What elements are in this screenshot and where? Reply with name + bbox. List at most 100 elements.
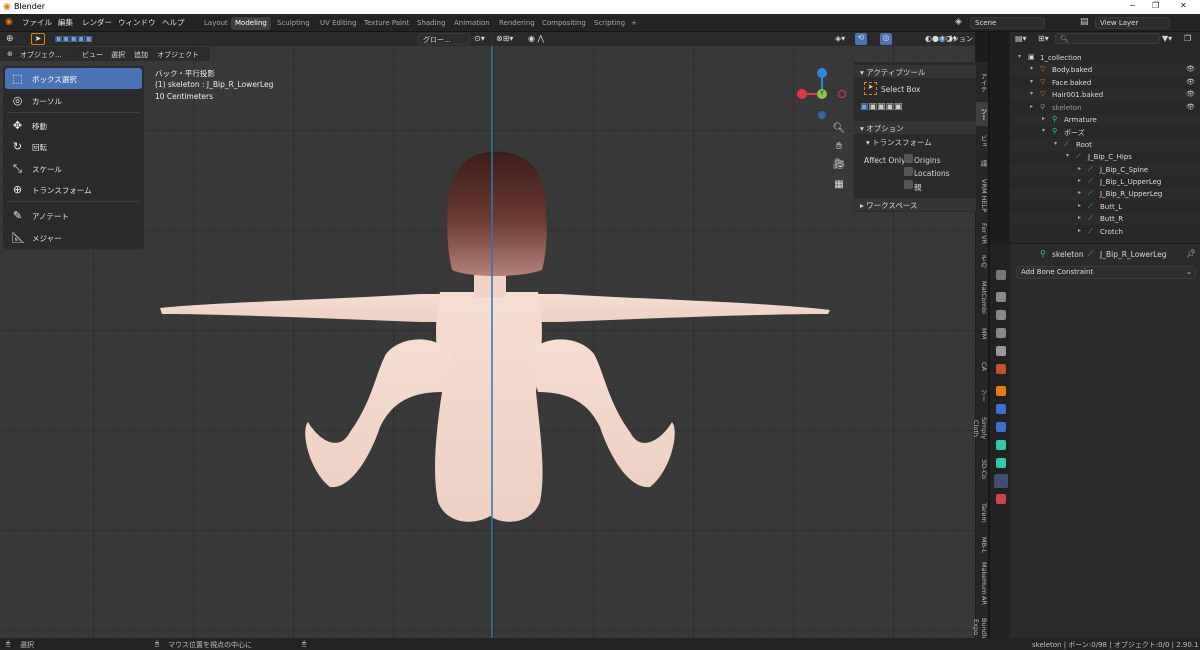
world-tab-icon[interactable] (996, 364, 1006, 374)
sidebar-tab-15[interactable]: MakeHum (976, 562, 988, 594)
outliner-row[interactable]: ▸ ⚲ skeleton 👁︎ (1010, 102, 1200, 114)
expand-arrow-icon[interactable]: ▸ (1078, 189, 1081, 196)
viewport-menu-select[interactable]: 選択 (111, 50, 125, 60)
gizmo-toggle-icon[interactable]: ⟲ (855, 33, 867, 45)
tool-select-box[interactable]: ⬚ ボックス選択 (5, 68, 142, 89)
tool-annotate[interactable]: ✎ アノテート (5, 205, 142, 226)
expand-arrow-icon[interactable]: ▸ (1078, 214, 1081, 221)
scene-icon[interactable]: ◈ (955, 17, 962, 27)
blender-menu-icon[interactable]: ◉ (5, 17, 13, 27)
sidebar-tab-17[interactable]: Bundle Expo (972, 618, 988, 641)
view-layer-tab-icon[interactable] (996, 328, 1006, 338)
menu-window[interactable]: ウィンドウ (118, 17, 156, 28)
add-bone-constraint-dropdown[interactable]: Add Bone Constraint ⌄ (1016, 266, 1196, 279)
locations-checkbox[interactable] (904, 167, 913, 176)
pivot-icon[interactable]: ⊙▾ (474, 34, 485, 43)
select-mode-icon[interactable]: ➤ (31, 33, 45, 45)
viewport-menu-view[interactable]: ビュー (82, 50, 103, 60)
y-axis-handle[interactable]: Y (817, 89, 827, 99)
zoom-icon[interactable]: 🔍︎ (832, 122, 846, 136)
outliner-row[interactable]: ▾ ⟋ Root (1010, 138, 1200, 151)
active-tool-header[interactable]: ▾ アクティブツール (854, 65, 976, 78)
expand-arrow-icon[interactable]: ▸ (1078, 165, 1081, 172)
view-layer-field[interactable]: View Layer (1095, 17, 1170, 29)
tool-scale[interactable]: ⤡ スケール (5, 158, 142, 179)
menu-file[interactable]: ファイル (22, 17, 52, 28)
render-tab-icon[interactable] (996, 292, 1006, 302)
editor-type-icon[interactable]: ⊕ (6, 34, 14, 44)
workspace-tab-uv-editing[interactable]: UV Editing (316, 17, 361, 30)
tool-cursor[interactable]: ◎ カーソル (5, 90, 142, 111)
tool-move[interactable]: ✥ 移動 (5, 115, 142, 136)
workspace-tab-animation[interactable]: Animation (450, 17, 494, 30)
tool-transform[interactable]: ⊕ トランスフォーム (5, 179, 142, 200)
outliner-row[interactable]: ▾ ▽ Hair001.baked 👁︎ (1010, 89, 1200, 102)
object-mode-dropdown[interactable]: オブジェク... (20, 50, 62, 60)
sidebar-tab-4[interactable]: VRM HELP (976, 174, 988, 218)
camera-icon[interactable]: 🎥︎ (832, 158, 846, 172)
expand-arrow-icon[interactable]: ▸ (1042, 115, 1045, 122)
visibility-eye-icon[interactable]: 👁︎ (1186, 103, 1195, 111)
xray-icon[interactable]: ◎ (880, 33, 892, 45)
bone-tab-icon[interactable] (996, 458, 1006, 468)
sidebar-tab-8[interactable]: MM (976, 320, 988, 348)
expand-arrow-icon[interactable]: ▸ (1030, 103, 1033, 110)
tool-rotate[interactable]: ↻ 回転 (5, 136, 142, 157)
viewport-menu-add[interactable]: 追加 (134, 50, 148, 60)
viewport-menu-object[interactable]: オブジェクト (157, 50, 199, 60)
workspace-tab-sculpting[interactable]: Sculpting (273, 17, 314, 30)
expand-arrow-icon[interactable]: ▾ (1042, 127, 1045, 134)
scene-field[interactable]: Scene (970, 17, 1045, 29)
workspace-tab-shading[interactable]: Shading (413, 17, 449, 30)
transform-subheader[interactable]: ▾ トランスフォーム (866, 137, 932, 148)
outliner-row[interactable]: ▸ ⟋ Butt_L (1010, 201, 1200, 213)
x-axis-handle[interactable] (797, 89, 807, 99)
output-tab-icon[interactable] (996, 310, 1006, 320)
sidebar-tab-3[interactable]: 議 (976, 154, 988, 172)
navigation-gizmo[interactable]: Y (796, 68, 848, 120)
sidebar-tab-11[interactable]: Simply Cloth (972, 408, 988, 448)
tool-measure[interactable]: 📐︎ メジャー (5, 227, 142, 248)
expand-arrow-icon[interactable]: ▾ (1066, 152, 1069, 159)
sidebar-tab-5[interactable]: For VR (976, 220, 988, 248)
outliner-search[interactable]: 🔍︎ (1055, 33, 1160, 44)
scene-tab-icon[interactable] (996, 346, 1006, 356)
neg-x-axis-handle[interactable] (838, 90, 846, 98)
workspace-tab-modeling[interactable]: Modeling (231, 17, 271, 30)
menu-render[interactable]: レンダー (82, 17, 112, 28)
close-button[interactable]: ✕ (1180, 1, 1187, 10)
workspace-tab-texture-paint[interactable]: Texture Paint (360, 17, 413, 30)
sidebar-tab-2[interactable]: ビュ (976, 130, 988, 152)
sidebar-tab-14[interactable]: MB-L (976, 532, 988, 558)
visibility-eye-icon[interactable]: 👁︎ (1186, 78, 1195, 86)
object-tab-icon[interactable] (996, 386, 1006, 396)
outliner-editor-icon[interactable]: ▤▾ (1015, 34, 1027, 43)
minimize-button[interactable]: ─ (1130, 1, 1135, 10)
expand-arrow-icon[interactable]: ▾ (1030, 65, 1033, 72)
maximize-button[interactable]: ❐ (1152, 1, 1159, 10)
workspace-tab-compositing[interactable]: Compositing (538, 17, 590, 30)
outliner-row[interactable]: ▸ ⟋ J_Bip_L_UpperLeg (1010, 176, 1200, 188)
select-mode-buttons[interactable]: ▣▣▣▣▣ (860, 102, 903, 112)
expand-arrow-icon[interactable]: ▸ (1078, 202, 1081, 209)
editor-icon[interactable]: ⊕ (7, 50, 13, 58)
visibility-eye-icon[interactable]: 👁︎ (1186, 65, 1195, 73)
outliner-row[interactable]: ▸ ⟋ J_Bip_C_Spine (1010, 163, 1200, 176)
physics-tab-icon[interactable] (996, 422, 1006, 432)
options-button[interactable]: オプション (938, 34, 973, 44)
outliner-row[interactable]: ▾ ▽ Face.baked 👁︎ (1010, 77, 1200, 89)
outliner-row[interactable]: ▾ ⟋ J_Bip_C_Hips (1010, 151, 1200, 163)
outliner-row[interactable]: ▸ ⟋ Crotch (1010, 226, 1200, 238)
proportional-icon[interactable]: ◉ ⋀ (528, 34, 544, 43)
outliner-row[interactable]: ▾ ▽ Body.baked 👁︎ (1010, 64, 1200, 77)
overlay-icon[interactable]: ◈▾ (835, 34, 845, 43)
menu-edit[interactable]: 編集 (58, 17, 73, 28)
sidebar-tab-12[interactable]: 3D-Co (976, 450, 988, 488)
menu-help[interactable]: ヘルプ (162, 17, 185, 28)
sidebar-tab-13[interactable]: Tarem (976, 499, 988, 527)
pin-icon[interactable]: 📌︎ (1186, 249, 1196, 258)
outliner-row[interactable]: ▸ ⟋ J_Bip_R_UpperLeg (1010, 188, 1200, 201)
sidebar-tab-0[interactable]: アイテ (976, 66, 988, 100)
expand-arrow-icon[interactable]: ▾ (1030, 90, 1033, 97)
grid-view-icon[interactable]: ▦ (832, 178, 846, 192)
